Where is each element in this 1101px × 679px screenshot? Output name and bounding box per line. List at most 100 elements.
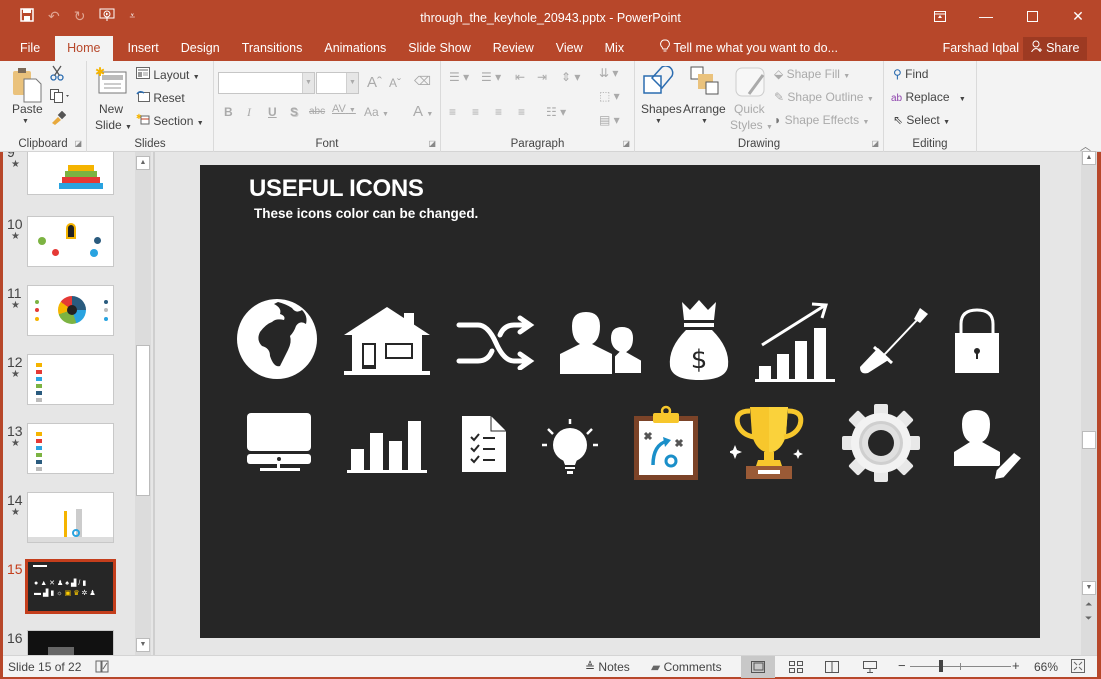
- shape-fill-button[interactable]: ⬙ Shape Fill ▼: [774, 67, 850, 81]
- tab-view[interactable]: View: [545, 36, 594, 61]
- slide-subtitle[interactable]: These icons color can be changed.: [254, 206, 478, 221]
- strikethrough-button[interactable]: abc: [309, 106, 325, 117]
- lightbulb-icon[interactable]: [540, 417, 600, 477]
- pane-splitter[interactable]: [153, 152, 155, 655]
- tab-home[interactable]: Home: [55, 36, 112, 61]
- shadow-button[interactable]: S: [290, 105, 298, 119]
- slide-canvas[interactable]: USEFUL ICONS These icons color can be ch…: [200, 165, 1040, 638]
- paragraph-launcher-icon[interactable]: ◪: [622, 139, 630, 148]
- numbering-icon[interactable]: ☰ ▾: [481, 70, 501, 84]
- paste-icon[interactable]: [12, 67, 42, 106]
- next-slide-icon[interactable]: ⏷: [1085, 613, 1092, 624]
- users-icon[interactable]: [558, 308, 644, 376]
- checklist-icon[interactable]: [461, 415, 507, 473]
- replace-button[interactable]: ab Replace ▼: [891, 90, 966, 104]
- align-text-icon[interactable]: ⬚ ▾: [599, 89, 620, 103]
- new-slide-button-line2[interactable]: Slide ▼: [95, 118, 132, 132]
- new-slide-button[interactable]: New: [99, 102, 123, 116]
- growth-chart-icon[interactable]: [754, 302, 836, 384]
- decrease-font-size-icon[interactable]: Aˇ: [389, 76, 401, 90]
- quick-styles-button[interactable]: Quick: [734, 102, 765, 116]
- align-left-icon[interactable]: ≡: [449, 105, 456, 119]
- money-bag-icon[interactable]: $: [668, 300, 730, 382]
- increase-indent-icon[interactable]: ⇥: [537, 70, 547, 84]
- font-color-button[interactable]: A ▼: [413, 103, 433, 120]
- tab-file[interactable]: File: [0, 36, 51, 61]
- spell-check-icon[interactable]: [95, 659, 109, 676]
- chevron-down-icon[interactable]: ▼: [302, 73, 314, 93]
- arrange-icon[interactable]: [690, 66, 720, 99]
- tab-animations[interactable]: Animations: [313, 36, 397, 61]
- globe-icon[interactable]: [236, 298, 318, 380]
- zoom-level[interactable]: 66%: [1034, 660, 1058, 674]
- monitor-icon[interactable]: [246, 412, 312, 472]
- bar-chart-icon[interactable]: [346, 419, 428, 475]
- arrange-button[interactable]: Arrange: [683, 102, 726, 116]
- tab-mix[interactable]: Mix: [594, 36, 635, 61]
- clipboard-launcher-icon[interactable]: ◪: [74, 139, 82, 148]
- smartart-icon[interactable]: ▤ ▾: [599, 113, 620, 127]
- screwdriver-icon[interactable]: [858, 305, 932, 375]
- notes-button[interactable]: ≜ Notes: [585, 660, 630, 674]
- align-right-icon[interactable]: ≡: [495, 105, 502, 119]
- edit-user-icon[interactable]: [952, 408, 1024, 480]
- close-button[interactable]: ✕: [1055, 0, 1101, 32]
- previous-slide-icon[interactable]: ⏶: [1085, 599, 1092, 610]
- select-button[interactable]: ⇖ Select ▼: [893, 113, 950, 127]
- house-icon[interactable]: [342, 305, 432, 377]
- justify-icon[interactable]: ≡: [518, 105, 525, 119]
- scroll-up-icon[interactable]: ▲: [136, 156, 150, 170]
- reading-view-button[interactable]: [815, 656, 849, 678]
- user-name[interactable]: Farshad Iqbal: [943, 36, 1019, 61]
- quick-styles-icon[interactable]: [735, 67, 767, 102]
- section-button[interactable]: ✱ Section ▼: [136, 113, 204, 128]
- chevron-down-icon[interactable]: ▼: [346, 73, 358, 93]
- trophy-icon[interactable]: [730, 405, 808, 480]
- find-button[interactable]: ⚲ Find: [893, 67, 928, 81]
- increase-font-size-icon[interactable]: Aˆ: [367, 74, 382, 91]
- thumbnails-scrollbar-track[interactable]: ▲ ▼: [135, 152, 151, 655]
- arrange-dropdown-icon[interactable]: ▼: [701, 118, 708, 125]
- bold-button[interactable]: B: [224, 105, 233, 119]
- shuffle-icon[interactable]: [456, 315, 536, 370]
- tab-insert[interactable]: Insert: [117, 36, 170, 61]
- underline-button[interactable]: U: [268, 105, 277, 119]
- bullets-icon[interactable]: ☰ ▾: [449, 70, 469, 84]
- thumbnails-scroll-thumb[interactable]: [136, 345, 150, 496]
- ribbon-display-options-button[interactable]: [917, 0, 963, 32]
- italic-button[interactable]: I: [247, 105, 251, 120]
- strategy-clipboard-icon[interactable]: [633, 405, 699, 481]
- drawing-launcher-icon[interactable]: ◪: [871, 139, 879, 148]
- tab-transitions[interactable]: Transitions: [231, 36, 314, 61]
- scroll-down-icon[interactable]: ▼: [136, 638, 150, 652]
- minimize-button[interactable]: —: [963, 0, 1009, 32]
- zoom-slider-thumb[interactable]: [939, 660, 943, 672]
- reset-button[interactable]: Reset: [136, 90, 185, 105]
- slide-scrollbar[interactable]: ▲ ▼ ⏶ ⏷: [1081, 152, 1097, 655]
- tab-slide-show[interactable]: Slide Show: [397, 36, 482, 61]
- maximize-button[interactable]: [1009, 0, 1055, 32]
- shape-effects-button[interactable]: ◗ Shape Effects ▼: [774, 113, 869, 127]
- scroll-down-icon[interactable]: ▼: [1082, 581, 1096, 595]
- line-spacing-icon[interactable]: ⇕ ▾: [561, 70, 580, 84]
- normal-view-button[interactable]: [741, 656, 775, 678]
- slide-show-view-button[interactable]: [853, 656, 887, 678]
- tab-design[interactable]: Design: [170, 36, 231, 61]
- scroll-up-icon[interactable]: ▲: [1082, 151, 1096, 165]
- layout-button[interactable]: Layout ▼: [136, 67, 200, 82]
- new-slide-icon[interactable]: ✱: [95, 66, 127, 97]
- slide-sorter-view-button[interactable]: [779, 656, 813, 678]
- shapes-icon[interactable]: [642, 66, 676, 99]
- font-name-combo[interactable]: ▼: [218, 72, 315, 94]
- zoom-out-button[interactable]: −: [898, 658, 906, 673]
- format-painter-icon[interactable]: [50, 111, 66, 128]
- slide-title[interactable]: USEFUL ICONS: [249, 175, 424, 203]
- shapes-button[interactable]: Shapes: [641, 102, 682, 116]
- zoom-in-button[interactable]: +: [1012, 658, 1020, 673]
- columns-icon[interactable]: ☷ ▾: [546, 105, 566, 119]
- font-size-combo[interactable]: ▼: [316, 72, 359, 94]
- tell-me-box[interactable]: Tell me what you want to do...: [649, 36, 849, 61]
- align-center-icon[interactable]: ≡: [472, 105, 479, 119]
- text-direction-icon[interactable]: ⇊ ▾: [599, 66, 618, 80]
- shapes-dropdown-icon[interactable]: ▼: [655, 118, 662, 125]
